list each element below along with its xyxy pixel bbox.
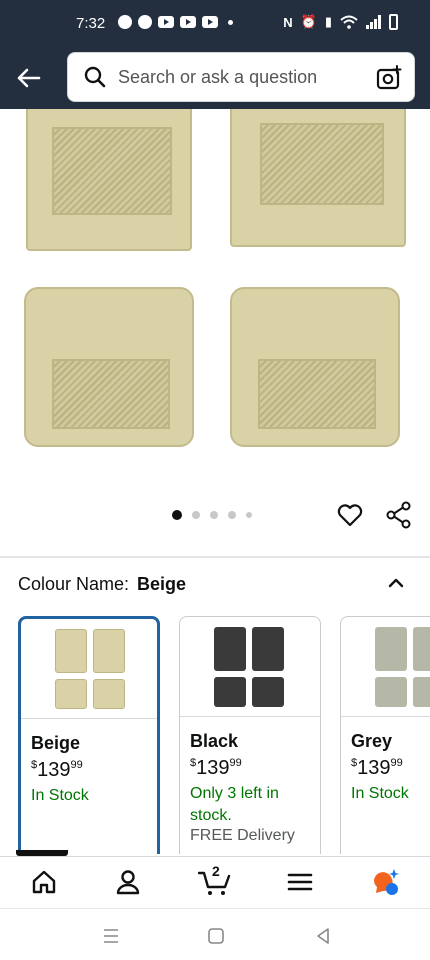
variant-stock-status: In Stock bbox=[31, 787, 89, 804]
floor-mat-front-right bbox=[230, 109, 406, 247]
search-bar[interactable] bbox=[67, 52, 415, 102]
cart-count-badge: 2 bbox=[212, 863, 220, 879]
variant-thumbnail-mat bbox=[252, 677, 284, 707]
battery-icon bbox=[389, 14, 398, 30]
variant-name: Beige bbox=[31, 733, 81, 753]
product-image-gallery[interactable] bbox=[0, 109, 430, 489]
system-status-icons: N ⏰ ▮ bbox=[283, 14, 398, 30]
variant-card-beige[interactable]: Beige $13999 In Stock bbox=[18, 616, 160, 854]
alarm-icon: ⏰ bbox=[300, 14, 317, 29]
search-input[interactable] bbox=[118, 53, 368, 101]
carousel-dot[interactable] bbox=[210, 511, 218, 519]
variant-thumbnail-mat bbox=[93, 629, 125, 673]
rufus-assistant-icon[interactable] bbox=[370, 867, 400, 897]
variant-thumbnail-mat bbox=[413, 627, 430, 671]
variant-name: Grey bbox=[351, 731, 393, 751]
back-triangle-icon[interactable] bbox=[312, 925, 334, 947]
bottom-navigation: 2 bbox=[0, 856, 430, 908]
status-bar: 7:32 N ⏰ ▮ bbox=[0, 0, 430, 46]
search-header bbox=[0, 46, 430, 109]
variant-stock-status: In Stock bbox=[351, 785, 409, 802]
variant-delivery: FREE Delivery bbox=[190, 827, 295, 844]
variant-thumbnail-mat bbox=[214, 677, 246, 707]
wishlist-heart-icon[interactable] bbox=[336, 501, 364, 529]
colour-selected-value: Beige bbox=[137, 574, 187, 594]
variant-thumbnail-mat bbox=[55, 679, 87, 709]
share-icon[interactable] bbox=[385, 501, 413, 529]
chat-notification-icon bbox=[118, 15, 132, 29]
variant-image-beige bbox=[21, 619, 157, 719]
variant-thumbnail-mat bbox=[55, 629, 87, 673]
variant-thumbnail-mat bbox=[214, 627, 246, 671]
section-divider bbox=[0, 556, 430, 558]
variant-thumbnail-mat bbox=[413, 677, 430, 707]
carousel-dot[interactable] bbox=[192, 511, 200, 519]
variant-thumbnail-mat bbox=[252, 627, 284, 671]
variant-name: Black bbox=[190, 731, 239, 751]
colour-name-row: Colour Name: Beige bbox=[18, 574, 186, 595]
variant-image-black bbox=[180, 617, 320, 717]
variant-card-black[interactable]: Black $13999 Only 3 left in stock. FREE … bbox=[179, 616, 321, 854]
variant-price: $13999 bbox=[351, 757, 403, 779]
carousel-dot-active[interactable] bbox=[172, 510, 182, 520]
signal-icon bbox=[366, 15, 381, 29]
notification-icons bbox=[118, 15, 233, 29]
back-arrow-icon[interactable] bbox=[14, 64, 42, 92]
messenger-notification-icon bbox=[138, 15, 152, 29]
vibrate-icon: ▮ bbox=[324, 14, 332, 29]
variant-price: $13999 bbox=[190, 757, 242, 779]
carousel-dot[interactable] bbox=[228, 511, 236, 519]
variant-thumbnail-mat bbox=[375, 627, 407, 671]
camera-lens-icon[interactable] bbox=[376, 65, 402, 91]
search-icon bbox=[84, 66, 106, 88]
youtube-notification-icon bbox=[158, 16, 174, 28]
home-square-icon[interactable] bbox=[205, 925, 227, 947]
floor-mat-rear-left bbox=[24, 287, 194, 447]
variant-image-grey bbox=[341, 617, 430, 717]
carousel-dot[interactable] bbox=[246, 512, 252, 518]
floor-mat-front-left bbox=[26, 109, 192, 251]
recent-apps-icon[interactable] bbox=[100, 925, 122, 947]
nfc-icon: N bbox=[283, 14, 293, 30]
system-navigation-bar bbox=[0, 908, 430, 960]
menu-hamburger-icon[interactable] bbox=[285, 867, 315, 897]
colour-variant-list[interactable]: Beige $13999 In Stock Black $13999 Only … bbox=[18, 614, 430, 854]
image-carousel-indicator[interactable] bbox=[172, 510, 252, 520]
account-icon[interactable] bbox=[113, 867, 143, 897]
home-icon[interactable] bbox=[29, 867, 59, 897]
cart-button[interactable]: 2 bbox=[197, 863, 231, 897]
youtube-notification-icon bbox=[180, 16, 196, 28]
variant-stock-status: Only 3 left in stock. bbox=[190, 785, 279, 824]
wifi-icon bbox=[340, 15, 358, 29]
variant-card-grey[interactable]: Grey $13999 In Stock bbox=[340, 616, 430, 854]
youtube-notification-icon bbox=[202, 16, 218, 28]
more-notifications-icon bbox=[228, 19, 233, 25]
variant-price: $13999 bbox=[31, 759, 83, 781]
chevron-up-icon[interactable] bbox=[386, 573, 406, 593]
colour-label: Colour Name: bbox=[18, 574, 130, 594]
floor-mat-rear-right bbox=[230, 287, 400, 447]
variant-thumbnail-mat bbox=[93, 679, 125, 709]
status-time: 7:32 bbox=[76, 15, 106, 32]
variant-thumbnail-mat bbox=[375, 677, 407, 707]
